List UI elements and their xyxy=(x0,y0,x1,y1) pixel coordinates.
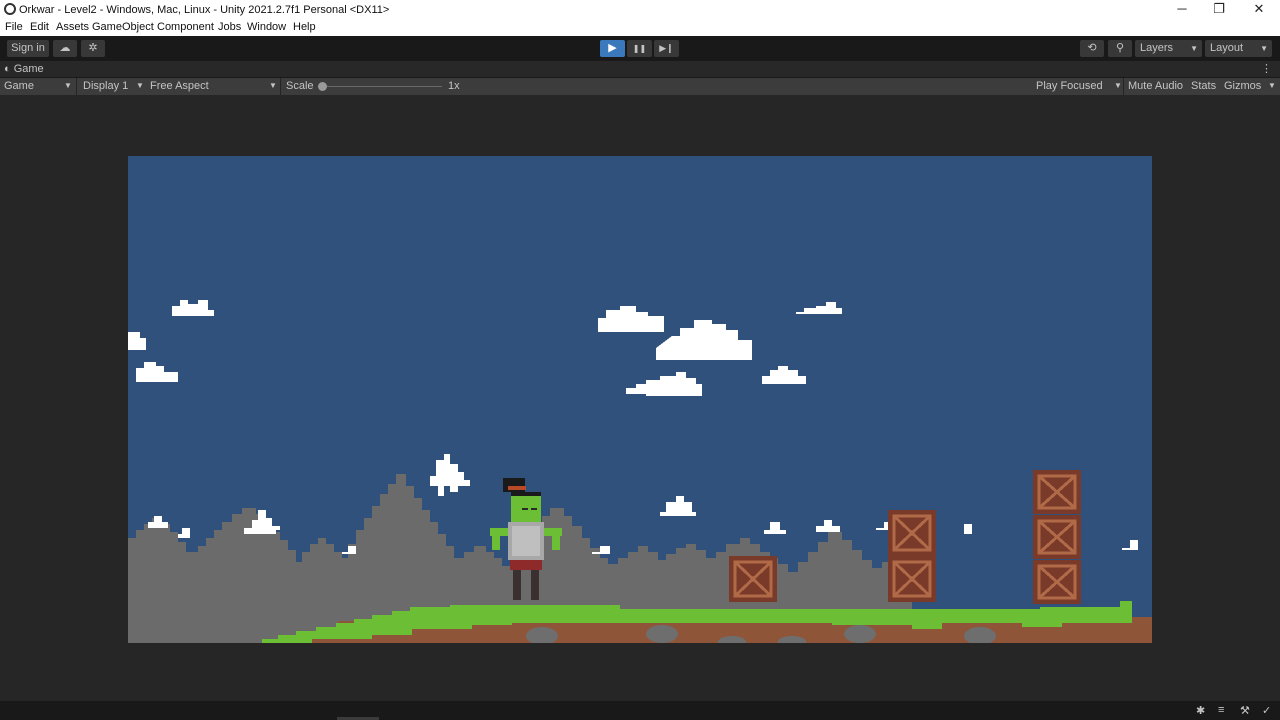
minimize-button[interactable]: ─ xyxy=(1162,0,1202,20)
game-view-controls: Game ▼ Display 1 ▼ Free Aspect ▼ Scale 1… xyxy=(0,78,1280,95)
scale-label: Scale xyxy=(286,80,314,92)
left-arm xyxy=(490,528,508,536)
chevron-down-icon: ▼ xyxy=(1190,44,1198,53)
separator xyxy=(280,78,281,95)
close-button[interactable]: ✕ xyxy=(1239,0,1279,20)
scale-slider-handle[interactable] xyxy=(318,82,327,91)
window-title: Orkwar - Level2 - Windows, Mac, Linux - … xyxy=(19,4,390,16)
pause-button[interactable]: ❚❚ xyxy=(627,40,652,57)
view-mode-dropdown[interactable]: Game xyxy=(4,80,34,92)
menu-bar: File Edit Assets GameObject Component Jo… xyxy=(0,20,1280,36)
menu-window[interactable]: Window xyxy=(247,21,286,33)
display-dropdown[interactable]: Display 1 xyxy=(83,80,128,92)
separator xyxy=(76,78,77,95)
rock xyxy=(844,625,876,643)
game-scene xyxy=(128,156,1152,643)
play-focused-dropdown[interactable]: Play Focused xyxy=(1036,80,1103,92)
chevron-down-icon: ▼ xyxy=(1114,81,1122,90)
bug-icon[interactable]: ✱ xyxy=(1196,704,1205,717)
stats-toggle[interactable]: Stats xyxy=(1191,80,1216,92)
restore-button[interactable]: ❐ xyxy=(1199,0,1239,20)
right-leg xyxy=(531,570,539,600)
layout-dropdown[interactable]: Layout ▼ xyxy=(1205,40,1272,57)
rock xyxy=(646,625,678,643)
sign-in-button[interactable]: Sign in xyxy=(7,40,49,57)
layers-icon[interactable]: ≡ xyxy=(1218,704,1224,716)
menu-gameobject[interactable]: GameObject xyxy=(92,21,154,33)
menu-file[interactable]: File xyxy=(5,21,23,33)
scale-value: 1x xyxy=(448,80,460,92)
search-icon[interactable]: ⚲ xyxy=(1108,40,1132,57)
check-icon[interactable]: ✓ xyxy=(1262,704,1271,717)
menu-component[interactable]: Component xyxy=(157,21,214,33)
collab-icon[interactable]: ✲ xyxy=(81,40,105,57)
menu-help[interactable]: Help xyxy=(293,21,316,33)
tab-game-label: Game xyxy=(13,63,44,75)
menu-edit[interactable]: Edit xyxy=(30,21,49,33)
tab-game[interactable]: ◐ Game xyxy=(4,63,44,75)
layout-label: Layout xyxy=(1210,42,1244,54)
unity-logo-icon xyxy=(4,3,16,15)
window-title-bar: Orkwar - Level2 - Windows, Mac, Linux - … xyxy=(0,0,1280,20)
menu-jobs[interactable]: Jobs xyxy=(218,21,241,33)
play-button[interactable]: ▶ xyxy=(600,40,625,57)
crate xyxy=(1033,560,1081,604)
menu-assets[interactable]: Assets xyxy=(56,21,89,33)
chevron-down-icon: ▼ xyxy=(1268,81,1276,90)
scale-slider-track[interactable] xyxy=(322,86,442,87)
chevron-down-icon: ▼ xyxy=(269,81,277,90)
separator xyxy=(1123,78,1124,95)
gizmos-toggle[interactable]: Gizmos xyxy=(1224,80,1261,92)
crate xyxy=(888,510,936,556)
crate xyxy=(1033,515,1081,559)
main-toolbar: Sign in ☁ ✲ ▶ ❚❚ ▶❙ ⟲ ⚲ Layers ▼ Layout … xyxy=(0,36,1280,61)
crate xyxy=(888,556,936,602)
crate xyxy=(729,556,777,602)
left-leg xyxy=(513,570,521,600)
game-render-area[interactable] xyxy=(128,156,1152,643)
belt xyxy=(510,560,542,570)
history-icon[interactable]: ⟲ xyxy=(1080,40,1104,57)
step-button[interactable]: ▶❙ xyxy=(654,40,679,57)
chevron-down-icon: ▼ xyxy=(136,81,144,90)
layers-label: Layers xyxy=(1140,42,1174,54)
status-bar: ✱ ≡ ⚒ ✓ xyxy=(0,701,1280,720)
cloud-icon[interactable]: ☁ xyxy=(53,40,77,57)
layers-dropdown[interactable]: Layers ▼ xyxy=(1135,40,1202,57)
game-viewport xyxy=(0,95,1280,701)
gamepad-icon: ◐ xyxy=(4,63,11,75)
tab-menu-icon[interactable]: ⋮ xyxy=(1261,62,1272,75)
crate xyxy=(1033,470,1081,514)
game-tab-bar: ◐ Game ⋮ xyxy=(0,61,1280,78)
right-arm xyxy=(544,528,562,536)
mute-audio-toggle[interactable]: Mute Audio xyxy=(1128,80,1183,92)
aspect-dropdown[interactable]: Free Aspect xyxy=(150,80,209,92)
chevron-down-icon: ▼ xyxy=(64,81,72,90)
chevron-down-icon: ▼ xyxy=(1260,44,1268,53)
wrench-icon[interactable]: ⚒ xyxy=(1240,704,1250,717)
